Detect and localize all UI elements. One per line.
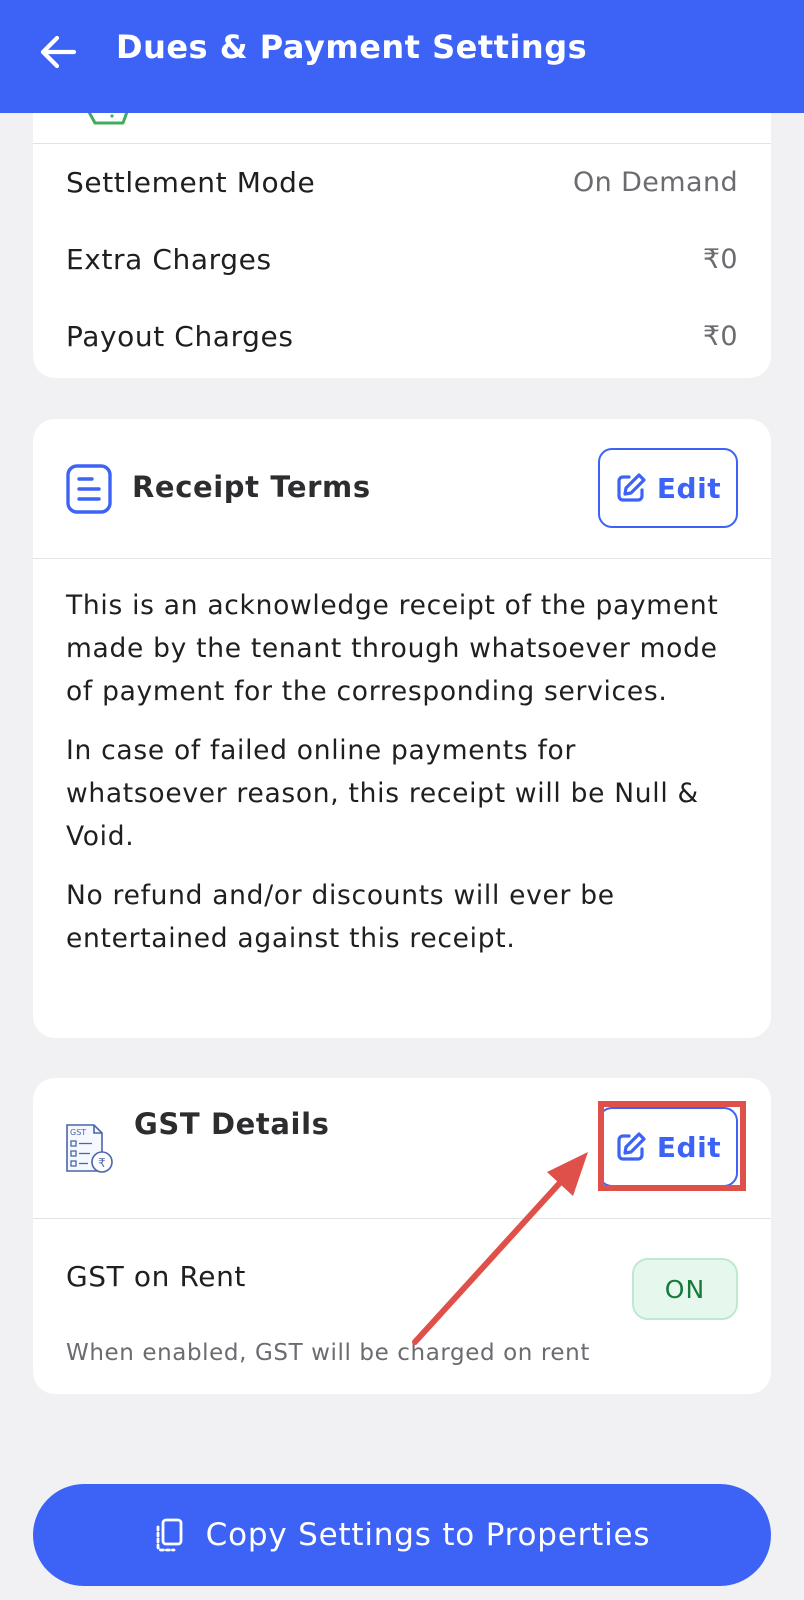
gst-details-edit-button[interactable]: Edit bbox=[598, 1107, 738, 1187]
extra-charges-label: Extra Charges bbox=[66, 242, 272, 276]
card-divider bbox=[33, 558, 771, 559]
settlement-icon bbox=[87, 112, 129, 125]
settlement-mode-value: On Demand bbox=[572, 166, 738, 198]
edit-label: Edit bbox=[656, 471, 722, 505]
settlement-mode-row: Settlement Mode On Demand bbox=[66, 162, 738, 202]
payout-charges-label: Payout Charges bbox=[66, 319, 294, 353]
extra-charges-value: ₹0 bbox=[702, 243, 738, 275]
copy-icon bbox=[156, 1518, 183, 1552]
payout-charges-row: Payout Charges ₹0 bbox=[66, 316, 738, 356]
terms-paragraph: No refund and/or discounts will ever be … bbox=[66, 880, 615, 954]
edit-label: Edit bbox=[656, 1130, 722, 1164]
arrow-left-icon bbox=[40, 35, 77, 69]
receipt-terms-title: Receipt Terms bbox=[132, 470, 371, 504]
document-list-icon bbox=[66, 464, 112, 514]
gst-details-card: GST ₹ GST Details Edit GST on Rent ON Wh… bbox=[33, 1078, 771, 1394]
gst-on-rent-label: GST on Rent bbox=[66, 1260, 247, 1293]
card-divider bbox=[33, 1218, 771, 1219]
toggle-state-label: ON bbox=[664, 1274, 706, 1304]
card-divider bbox=[33, 143, 771, 144]
app-bar: Dues & Payment Settings bbox=[0, 0, 804, 113]
edit-icon bbox=[617, 1132, 646, 1161]
svg-text:GST: GST bbox=[70, 1128, 86, 1137]
settlement-mode-label: Settlement Mode bbox=[66, 165, 316, 199]
edit-icon bbox=[617, 473, 646, 502]
gst-invoice-icon: GST ₹ bbox=[66, 1124, 113, 1173]
page-title: Dues & Payment Settings bbox=[116, 28, 588, 66]
svg-text:₹: ₹ bbox=[98, 1156, 106, 1170]
payout-charges-value: ₹0 bbox=[702, 320, 738, 352]
gst-details-title: GST Details bbox=[134, 1107, 330, 1141]
gst-on-rent-toggle[interactable]: ON bbox=[632, 1258, 738, 1320]
receipt-terms-card: Receipt Terms Edit This is an acknowledg… bbox=[33, 419, 771, 1038]
gst-on-rent-helper-text: When enabled, GST will be charged on ren… bbox=[66, 1340, 590, 1366]
copy-settings-label: Copy Settings to Properties bbox=[205, 1517, 651, 1553]
back-button[interactable] bbox=[36, 30, 80, 74]
copy-settings-button[interactable]: Copy Settings to Properties bbox=[33, 1484, 771, 1586]
receipt-terms-text: This is an acknowledge receipt of the pa… bbox=[66, 584, 731, 976]
terms-paragraph: In case of failed online payments for wh… bbox=[66, 735, 699, 852]
receipt-terms-edit-button[interactable]: Edit bbox=[598, 448, 738, 528]
terms-paragraph: This is an acknowledge receipt of the pa… bbox=[66, 590, 719, 707]
extra-charges-row: Extra Charges ₹0 bbox=[66, 239, 738, 279]
